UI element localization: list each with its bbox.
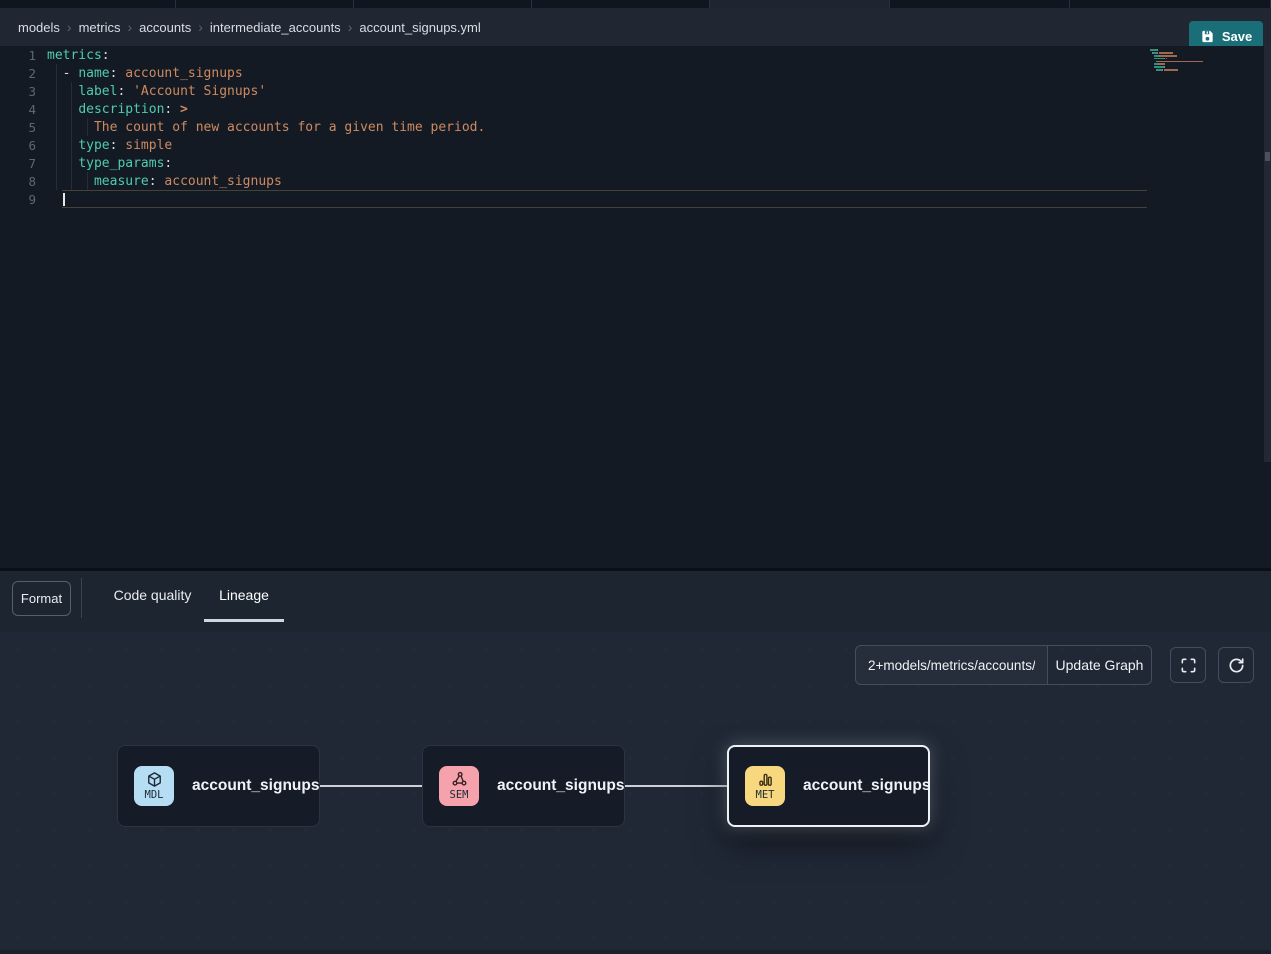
code-line[interactable]: 7 type_params:	[0, 154, 1150, 172]
minimap-line	[1150, 49, 1220, 51]
line-number: 4	[0, 102, 36, 117]
code-editor[interactable]: 1metrics:2 - name: account_signups3 labe…	[0, 46, 1271, 568]
tab-lineage[interactable]: Lineage	[204, 571, 284, 619]
editor-tab-strip	[0, 0, 1271, 8]
lineage-canvas[interactable]: Update Graph MDL account_signups SEM accoun…	[0, 632, 1271, 954]
panel-separator	[81, 578, 82, 618]
lineage-node-mdl[interactable]: MDL account_signups	[117, 745, 320, 827]
mdl-badge: MDL	[134, 766, 174, 806]
editor-minimap[interactable]	[1150, 49, 1220, 75]
refresh-icon	[1228, 657, 1245, 674]
minimap-line	[1150, 72, 1220, 74]
breadcrumb-item[interactable]: models	[18, 20, 60, 35]
badge-label: SEM	[450, 789, 469, 801]
code-line[interactable]: 4 description: >	[0, 100, 1150, 118]
badge-label: MDL	[145, 789, 164, 801]
top-tab[interactable]	[890, 0, 1070, 8]
model-icon	[146, 771, 163, 788]
lineage-edge	[625, 785, 727, 787]
bottom-panel-bar: Format Code quality Lineage	[0, 571, 1271, 632]
line-number: 7	[0, 156, 36, 171]
chevron-right-icon: ›	[127, 20, 132, 34]
top-tab[interactable]	[1070, 0, 1271, 8]
minimap-line	[1150, 63, 1220, 65]
code-line[interactable]: 8 measure: account_signups	[0, 172, 1150, 190]
line-number: 1	[0, 48, 36, 63]
lineage-edge	[320, 785, 422, 787]
code-text: - name: account_signups	[47, 66, 243, 81]
scrollbar-thumb[interactable]	[1265, 152, 1270, 161]
format-button[interactable]: Format	[12, 581, 71, 616]
tab-label: Lineage	[219, 587, 269, 603]
code-text: type_params:	[47, 156, 172, 171]
current-line-highlight	[62, 190, 1147, 208]
lineage-node-met[interactable]: MET account_signups	[727, 745, 930, 827]
code-text: label: 'Account Signups'	[47, 84, 266, 99]
line-number: 6	[0, 138, 36, 153]
code-line[interactable]: 1 metrics:	[0, 46, 1150, 64]
breadcrumb-item[interactable]: account_signups.yml	[359, 20, 480, 35]
top-tab[interactable]	[532, 0, 710, 8]
code-text: description: >	[47, 102, 188, 117]
bottom-edge	[0, 950, 1271, 954]
editor-scrollbar[interactable]	[1264, 44, 1271, 462]
minimap-line	[1150, 55, 1220, 57]
code-line[interactable]: 3 label: 'Account Signups'	[0, 82, 1150, 100]
minimap-line	[1150, 58, 1220, 60]
code-text: metrics:	[47, 48, 110, 63]
breadcrumb-item[interactable]: metrics	[79, 20, 121, 35]
metric-icon	[757, 771, 774, 788]
line-number: 3	[0, 84, 36, 99]
code-text: type: simple	[47, 138, 172, 153]
badge-label: MET	[756, 789, 775, 801]
breadcrumb: models › metrics › accounts › intermediate_acc…	[18, 20, 481, 35]
node-label: account_signups	[497, 777, 624, 795]
line-number: 5	[0, 120, 36, 135]
top-tab[interactable]	[176, 0, 354, 8]
chevron-right-icon: ›	[67, 20, 72, 34]
code-line[interactable]: 2 - name: account_signups	[0, 64, 1150, 82]
format-button-label: Format	[21, 591, 62, 606]
chevron-right-icon: ›	[348, 20, 353, 34]
lineage-node-sem[interactable]: SEM account_signups	[422, 745, 625, 827]
minimap-line	[1150, 69, 1220, 71]
top-tab-active[interactable]	[710, 0, 890, 8]
refresh-button[interactable]	[1218, 647, 1254, 683]
code-text: The count of new accounts for a given ti…	[47, 120, 485, 135]
sem-badge: SEM	[439, 766, 479, 806]
code-line[interactable]: 5 The count of new accounts for a given …	[0, 118, 1150, 136]
line-number: 2	[0, 66, 36, 81]
save-button-label: Save	[1222, 29, 1252, 44]
tab-code-quality[interactable]: Code quality	[103, 571, 202, 619]
minimap-line	[1150, 61, 1220, 63]
tab-label: Code quality	[114, 587, 192, 603]
code-text: measure: account_signups	[47, 174, 282, 189]
active-tab-underline	[204, 619, 284, 622]
line-number: 8	[0, 174, 36, 189]
node-label: account_signups	[192, 777, 319, 795]
update-graph-label: Update Graph	[1056, 657, 1144, 673]
met-badge: MET	[745, 766, 785, 806]
chevron-right-icon: ›	[198, 20, 203, 34]
semantic-icon	[451, 771, 468, 788]
update-graph-button[interactable]: Update Graph	[1047, 645, 1152, 685]
save-icon	[1200, 29, 1215, 44]
breadcrumb-item[interactable]: accounts	[139, 20, 191, 35]
breadcrumb-item[interactable]: intermediate_accounts	[210, 20, 341, 35]
minimap-line	[1150, 66, 1220, 68]
fullscreen-button[interactable]	[1170, 647, 1206, 683]
node-label: account_signups	[803, 777, 930, 795]
lineage-filter-input[interactable]	[855, 645, 1047, 685]
breadcrumb-bar: models › metrics › accounts › intermediate_acc…	[0, 8, 1271, 46]
minimap-line	[1150, 52, 1220, 54]
code-line[interactable]: 6 type: simple	[0, 136, 1150, 154]
top-tab[interactable]	[0, 0, 176, 8]
text-cursor	[63, 193, 65, 206]
line-number: 9	[0, 192, 36, 207]
fullscreen-icon	[1180, 657, 1197, 674]
top-tab[interactable]	[354, 0, 532, 8]
